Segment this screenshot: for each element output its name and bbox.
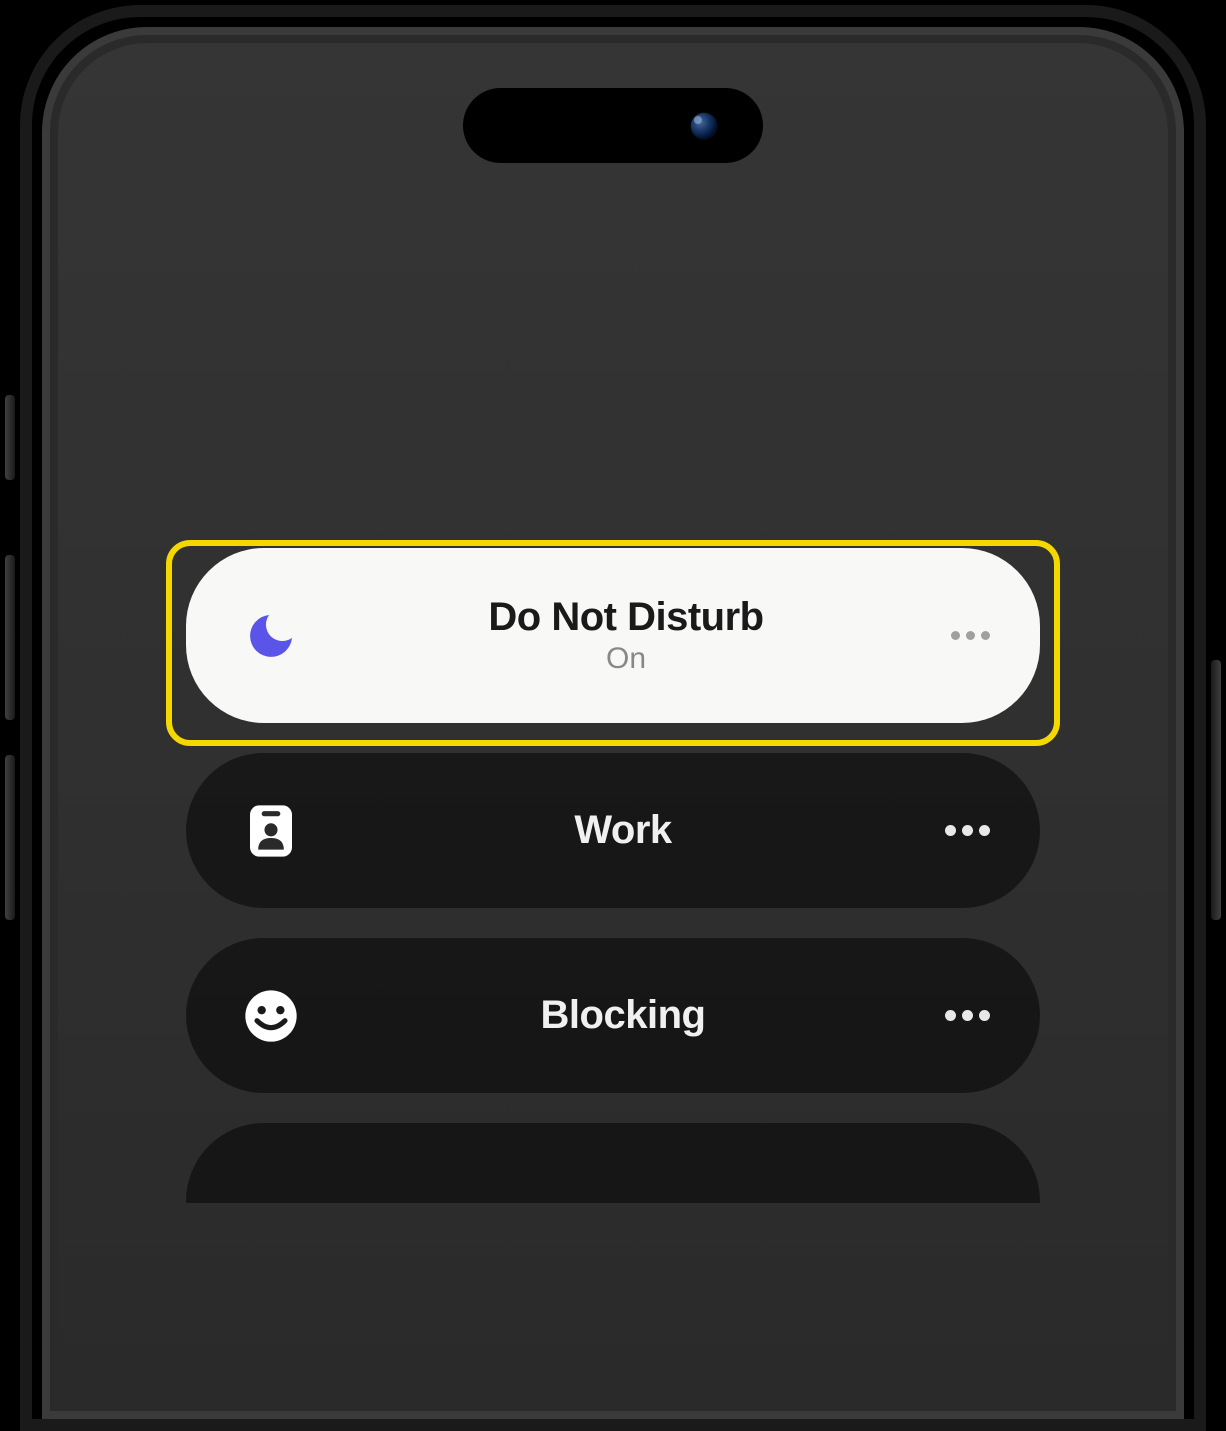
ellipsis-icon — [962, 825, 973, 836]
smile-icon — [241, 986, 301, 1046]
ellipsis-icon — [945, 1010, 956, 1021]
ellipsis-icon — [979, 1010, 990, 1021]
badge-icon — [241, 801, 301, 861]
focus-card-partial[interactable] — [186, 1123, 1040, 1203]
phone-frame-inner: Do Not Disturb On — [42, 27, 1184, 1419]
focus-title: Do Not Disturb — [488, 595, 763, 640]
focus-subtitle: On — [606, 642, 646, 676]
focus-modes-list: Do Not Disturb On — [186, 548, 1040, 1203]
mute-switch — [5, 395, 15, 480]
ellipsis-icon — [945, 825, 956, 836]
phone-screen: Do Not Disturb On — [58, 43, 1168, 1411]
focus-card-blocking[interactable]: Blocking — [186, 938, 1040, 1093]
volume-up-button — [5, 555, 15, 720]
focus-title: Blocking — [541, 993, 706, 1038]
ellipsis-icon — [979, 825, 990, 836]
ellipsis-icon — [962, 1010, 973, 1021]
more-options-button[interactable] — [951, 631, 990, 640]
focus-text-group: Do Not Disturb On — [301, 595, 951, 676]
focus-title: Work — [574, 808, 671, 853]
more-options-button[interactable] — [945, 1010, 990, 1021]
moon-icon — [241, 606, 301, 666]
focus-card-do-not-disturb[interactable]: Do Not Disturb On — [186, 548, 1040, 723]
focus-text-group: Blocking — [301, 993, 945, 1038]
more-options-button[interactable] — [945, 825, 990, 836]
front-camera — [690, 112, 718, 140]
focus-text-group: Work — [301, 808, 945, 853]
focus-card-work[interactable]: Work — [186, 753, 1040, 908]
volume-down-button — [5, 755, 15, 920]
phone-frame: Do Not Disturb On — [20, 5, 1206, 1431]
ellipsis-icon — [981, 631, 990, 640]
ellipsis-icon — [966, 631, 975, 640]
dynamic-island — [463, 88, 763, 163]
power-button — [1211, 660, 1221, 920]
ellipsis-icon — [951, 631, 960, 640]
